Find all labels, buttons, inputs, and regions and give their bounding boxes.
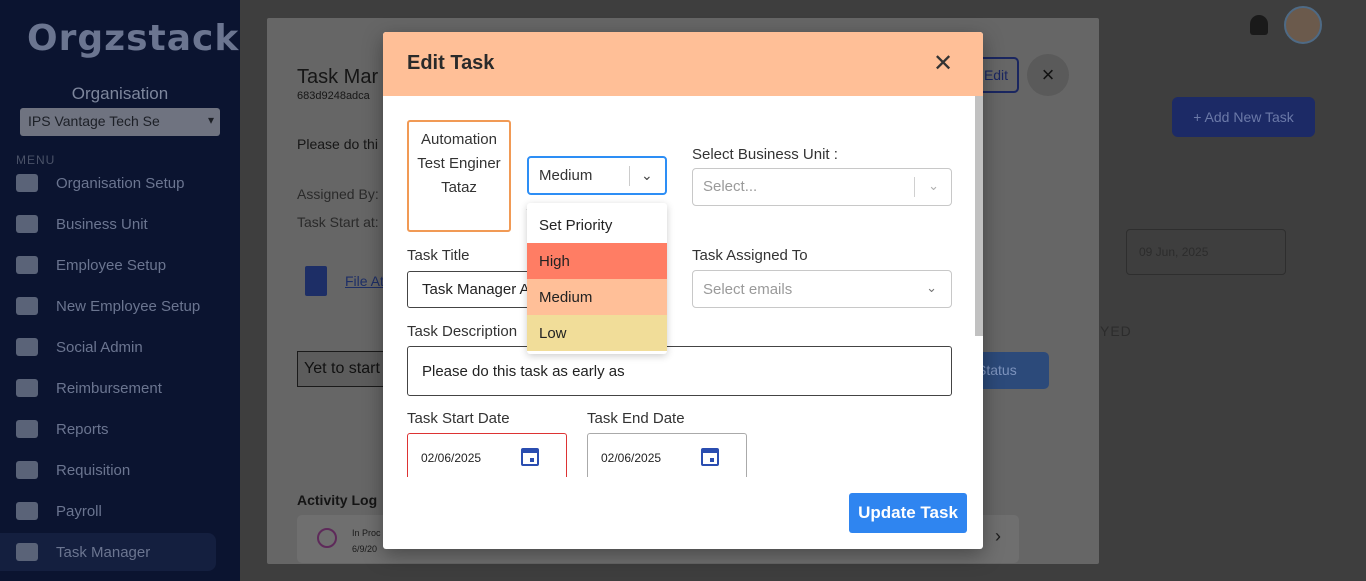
edit-task-modal: Edit Task ✕ Automation Test Enginer Tata…: [383, 32, 983, 549]
organisation-select[interactable]: IPS Vantage Tech Se ▾: [20, 108, 220, 136]
sidebar-item-label: Reports: [56, 420, 109, 438]
modal-scrollbar[interactable]: [975, 96, 983, 336]
sidebar-item-label: New Employee Setup: [56, 297, 201, 315]
task-end-date-input[interactable]: 02/06/2025: [587, 433, 747, 477]
activity-log-status: In Proc: [352, 528, 381, 538]
calendar-icon[interactable]: [701, 448, 719, 466]
task-start-date-label: Task Start Date: [407, 410, 510, 427]
bell-icon[interactable]: [1250, 15, 1268, 35]
organisation-select-value: IPS Vantage Tech Se: [28, 113, 160, 129]
file-icon: [305, 266, 327, 296]
assignee-select[interactable]: Automation Test Enginer Tataz ▼: [407, 120, 533, 232]
activity-log-text: In Proc 6/9/20: [352, 525, 381, 557]
list-icon: [16, 543, 38, 561]
business-unit-label: Select Business Unit :: [692, 146, 838, 163]
priority-option-high[interactable]: High: [527, 243, 667, 279]
sidebar-item-business-unit[interactable]: Business Unit: [0, 205, 216, 243]
organisation-label: Organisation: [71, 84, 169, 103]
wallet-icon: [16, 502, 38, 520]
building-icon: [16, 174, 38, 192]
clock-icon: [317, 528, 337, 548]
modal-header: Edit Task ✕: [383, 32, 983, 96]
sidebar: Orgzstack Organisation IPS Vantage Tech …: [0, 0, 240, 581]
activity-log-date: 6/9/20: [352, 544, 378, 554]
status-column-fragment: YED: [1100, 323, 1132, 339]
task-detail-id: 683d9248adca: [297, 90, 370, 102]
activity-log-title: Activity Log: [297, 492, 378, 508]
priority-dropdown-menu: Set Priority High Medium Low: [527, 203, 667, 354]
priority-option-medium[interactable]: Medium: [527, 279, 667, 315]
sidebar-item-reimbursement[interactable]: Reimbursement: [0, 369, 216, 407]
task-start-date-input[interactable]: 02/06/2025: [407, 433, 567, 477]
briefcase-icon: [16, 215, 38, 233]
priority-select[interactable]: Medium ⌄: [527, 156, 667, 195]
status-select[interactable]: Yet to start: [297, 351, 387, 387]
update-task-button[interactable]: Update Task: [849, 493, 967, 533]
sidebar-item-payroll[interactable]: Payroll: [0, 492, 216, 530]
task-description-input[interactable]: Please do this task as early as: [407, 346, 952, 396]
chart-icon: [16, 461, 38, 479]
sidebar-item-employee-setup[interactable]: Employee Setup: [0, 246, 216, 284]
task-assigned-to-label: Task Assigned To: [692, 247, 808, 264]
filter-date-field[interactable]: 09 Jun, 2025: [1126, 229, 1286, 275]
sidebar-item-label: Business Unit: [56, 215, 148, 233]
close-icon[interactable]: ✕: [933, 52, 953, 76]
sidebar-item-reports[interactable]: Reports: [0, 410, 216, 448]
chevron-down-icon: ▾: [207, 113, 214, 127]
calendar-icon[interactable]: [521, 448, 539, 466]
sidebar-item-label: Reimbursement: [56, 379, 162, 397]
sidebar-item-label: Employee Setup: [56, 256, 167, 274]
users-icon: [16, 297, 38, 315]
users-icon: [16, 256, 38, 274]
priority-option-low[interactable]: Low: [527, 315, 667, 351]
task-detail-description: Please do thi: [297, 136, 378, 152]
table-icon: [16, 420, 38, 438]
money-icon: [16, 379, 38, 397]
sidebar-item-social-admin[interactable]: Social Admin: [0, 328, 216, 366]
chevron-down-icon: ⌄: [928, 178, 939, 193]
sidebar-item-new-employee-setup[interactable]: New Employee Setup: [0, 287, 216, 325]
assigned-to-placeholder: Select emails: [703, 281, 793, 298]
file-attachment-link[interactable]: File At: [345, 273, 384, 289]
chevron-right-icon[interactable]: ›: [995, 526, 1001, 547]
select-separator: [914, 177, 915, 197]
sidebar-item-requisition[interactable]: Requisition: [0, 451, 216, 489]
business-unit-select[interactable]: Select... ⌄: [692, 168, 952, 206]
close-panel-button[interactable]: ×: [1027, 54, 1069, 96]
modal-title: Edit Task: [407, 52, 495, 74]
modal-body: Automation Test Enginer Tataz ▼ Medium ⌄…: [383, 96, 975, 477]
chevron-down-icon: ⌄: [641, 167, 653, 183]
task-title-label: Task Title: [407, 247, 470, 264]
select-separator: [629, 166, 630, 186]
task-detail-title: Task Mar: [297, 66, 379, 88]
chevron-down-icon: ⌄: [926, 280, 937, 295]
app-logo: Orgzstack: [27, 18, 240, 59]
priority-select-value: Medium: [539, 167, 593, 184]
network-icon: [16, 338, 38, 356]
sidebar-item-task-manager[interactable]: Task Manager: [0, 533, 216, 571]
task-assigned-to-select[interactable]: Select emails ⌄: [692, 270, 952, 308]
task-start-label: Task Start at:: [297, 214, 379, 230]
avatar[interactable]: [1284, 6, 1322, 44]
business-unit-placeholder: Select...: [703, 178, 758, 195]
task-assigned-by-label: Assigned By:: [297, 186, 379, 202]
sidebar-item-label: Payroll: [56, 502, 102, 520]
assignee-select-value: Automation Test Enginer Tataz: [417, 131, 501, 196]
sidebar-item-label: Task Manager: [56, 543, 151, 561]
priority-option-set-priority[interactable]: Set Priority: [527, 207, 667, 243]
end-date-value: 02/06/2025: [601, 451, 662, 465]
sidebar-item-label: Social Admin: [56, 338, 143, 356]
sidebar-item-label: Requisition: [56, 461, 131, 479]
add-new-task-button[interactable]: + Add New Task: [1172, 97, 1315, 137]
task-description-label: Task Description: [407, 323, 518, 340]
start-date-value: 02/06/2025: [421, 451, 482, 465]
sidebar-item-label: Organisation Setup: [56, 174, 185, 192]
sidebar-item-organisation-setup[interactable]: Organisation Setup: [0, 164, 216, 202]
task-end-date-label: Task End Date: [587, 410, 685, 427]
